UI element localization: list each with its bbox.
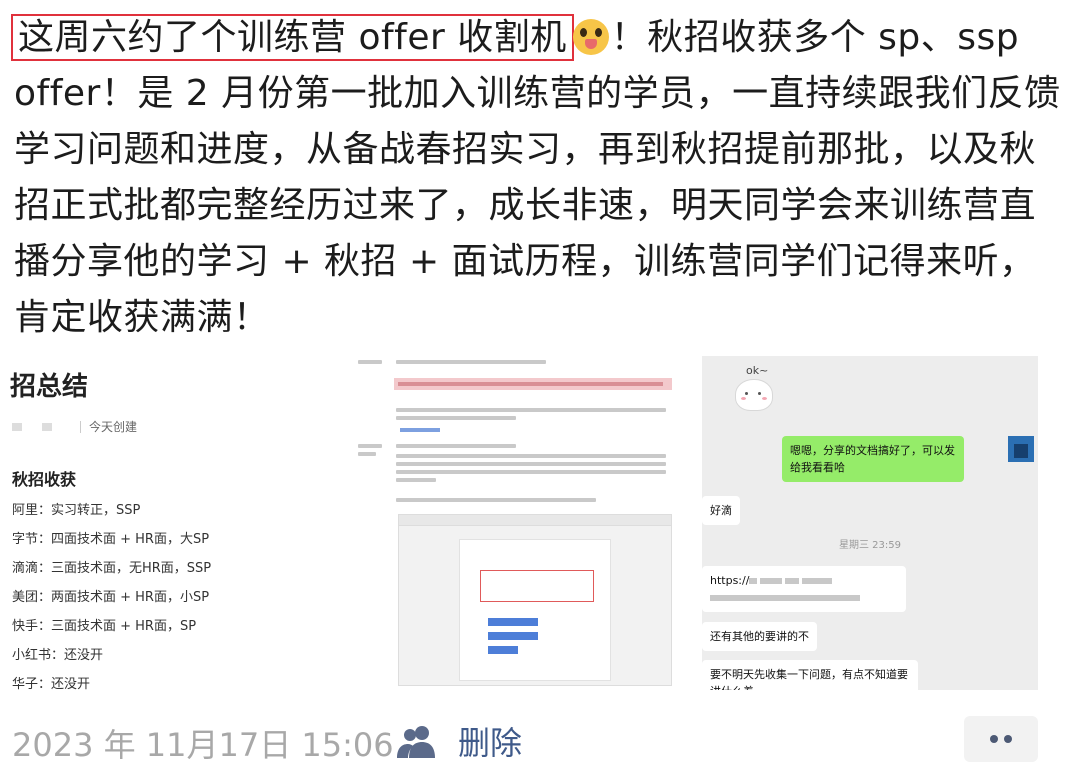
doc-screenshot-page [459, 539, 611, 681]
created-label: 今天创建 [89, 420, 138, 434]
post-body: ！秋招收获多个 sp、ssp offer！是 2 月份第一批加入训练营的学员，一… [14, 17, 1061, 338]
blurred-text [802, 578, 833, 584]
list-item: 快手：三面技术面 + HR面，SP [12, 619, 197, 634]
more-icon[interactable] [964, 716, 1038, 762]
doc-link[interactable] [400, 428, 440, 432]
avatar [1008, 436, 1034, 462]
doc-line [396, 454, 666, 458]
blurred-text [749, 578, 758, 584]
list-item: 华子：还没开 [12, 677, 91, 690]
cat-sticker: ok~ [718, 360, 772, 414]
doc-line [396, 444, 516, 448]
list-item: 阿里：实习转正，SSP [12, 503, 141, 518]
document-image[interactable] [352, 356, 677, 690]
highlighted-phrase: 这周六约了个训练营 offer 收割机 [11, 14, 574, 61]
summary-meta: 今天创建 [12, 418, 137, 435]
chat-bubble: 好滴 [702, 496, 740, 525]
doc-line [396, 498, 596, 502]
summary-section: 秋招收获 [12, 470, 77, 489]
cat-icon [736, 380, 772, 410]
divider [80, 421, 81, 433]
link-prefix: https:// [710, 574, 750, 587]
doc-date-line [358, 452, 376, 456]
post-date: 2023 年 11月17日 15:06 [12, 726, 394, 764]
doc-line [396, 416, 516, 420]
list-item: 美团：两面技术面 + HR面，小SP [12, 590, 210, 605]
summary-image[interactable]: 招总结 今天创建 秋招收获 阿里：实习转正，SSP 字节：四面技术面 + HR面… [0, 356, 268, 690]
doc-red-box [480, 570, 594, 602]
chat-image[interactable]: ok~ 嗯嗯，分享的文档搞好了，可以发给我看看哈 好滴 星期三 23:59 ht… [702, 356, 1038, 690]
blurred-author [12, 423, 22, 431]
chat-link-bubble[interactable]: https:// [702, 566, 906, 612]
list-item: 小红书：还没开 [12, 648, 104, 663]
offer-list: 阿里：实习转正，SSP 字节：四面技术面 + HR面，大SP 滴滴：三面技术面，… [12, 496, 211, 690]
doc-date-line [358, 444, 382, 448]
doc-line [396, 470, 666, 474]
chat-bubble: 要不明天先收集一下问题，有点不知道要讲什么着 [702, 660, 918, 690]
doc-screenshot-toolbar [399, 515, 671, 526]
list-item: 字节：四面技术面 + HR面，大SP [12, 532, 210, 547]
chat-bubble-me: 嗯嗯，分享的文档搞好了，可以发给我看看哈 [782, 436, 964, 482]
doc-highlight-row [394, 378, 672, 390]
blurred-text [785, 578, 800, 584]
doc-blue-block [488, 632, 538, 640]
delete-button[interactable]: 删除 [458, 718, 522, 764]
doc-blue-block [488, 646, 518, 654]
doc-line [396, 478, 436, 482]
post-footer: 2023 年 11月17日 15:06 删除 [12, 716, 1072, 764]
post-text: 这周六约了个训练营 offer 收割机 ！秋招收获多个 sp、ssp offer！… [11, 10, 1064, 346]
people-icon[interactable] [396, 724, 438, 758]
summary-title: 招总结 [10, 372, 89, 402]
blurred-text [710, 595, 860, 601]
doc-screenshot [398, 514, 672, 686]
chat-bubble: 还有其他的要讲的不 [702, 622, 817, 651]
doc-blue-block [488, 618, 538, 626]
blurred-text [760, 578, 783, 584]
list-item: 滴滴：三面技术面，无HR面，SSP [12, 561, 212, 576]
sticker-text: ok~ [746, 364, 769, 377]
chat-timestamp: 星期三 23:59 [839, 540, 901, 551]
doc-line [396, 462, 666, 466]
doc-line [396, 360, 546, 364]
doc-date-line [358, 360, 382, 364]
blurred-author-2 [42, 423, 52, 431]
face-with-tongue-emoji-icon [572, 19, 609, 55]
doc-line [396, 408, 666, 412]
